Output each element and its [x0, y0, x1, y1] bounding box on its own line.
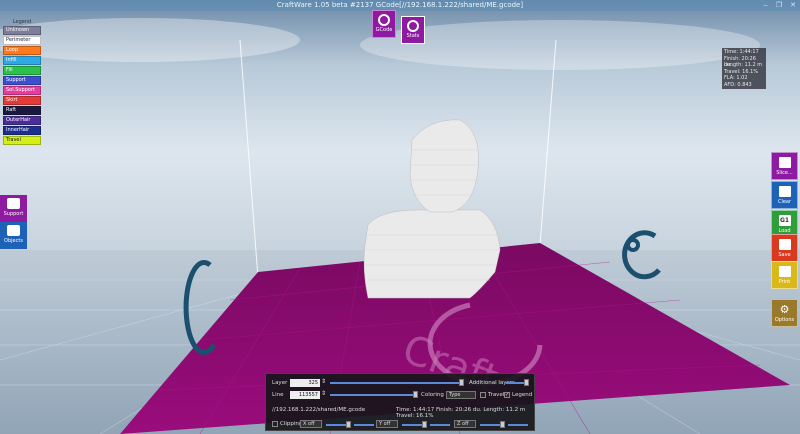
line-input[interactable]: 113557: [290, 391, 320, 399]
legend-item: Infill: [3, 56, 41, 65]
additional-layers-thumb[interactable]: [524, 379, 529, 386]
gcode-button[interactable]: GCode: [372, 10, 396, 38]
layer-slider[interactable]: [330, 382, 462, 384]
stats-button-label: Stats: [406, 33, 420, 39]
window-controls: ‒ ❐ ✕: [763, 0, 796, 11]
maximize-button[interactable]: ❐: [776, 0, 782, 11]
travel-checkbox[interactable]: [480, 392, 486, 398]
y-clip-slider-2[interactable]: [430, 424, 450, 426]
trash-icon: [778, 186, 791, 197]
close-button[interactable]: ✕: [790, 0, 796, 11]
layer-control-panel: Layer 325 ⇕ Additional layers Line 11355…: [265, 373, 535, 431]
legend-item: Support: [3, 76, 41, 85]
save-button[interactable]: Save: [771, 234, 798, 262]
options-button[interactable]: ⚙ Options: [771, 299, 798, 327]
window-title: CraftWare 1.05 beta #2137 GCode[//192.16…: [276, 1, 524, 9]
legend-item: Fill: [3, 66, 41, 75]
stats-length: Length: 11.2 m: [724, 62, 763, 68]
gcode-button-label: GCode: [375, 27, 393, 33]
line-spin-icon[interactable]: ⇕: [321, 390, 326, 397]
minimize-button[interactable]: ‒: [763, 0, 767, 11]
legend-item: Sol.Support: [3, 86, 41, 95]
stats-panel: Time: 1:44:17 Finish: 20:26 du. Length: …: [722, 48, 766, 89]
additional-layers-slider[interactable]: [506, 382, 526, 384]
save-button-label: Save: [778, 252, 791, 258]
layer-label: Layer: [272, 380, 288, 386]
save-icon: [778, 239, 791, 250]
line-slider-thumb[interactable]: [413, 391, 418, 398]
support-button[interactable]: Support: [0, 195, 27, 222]
slice-button-label: Slice...: [776, 170, 793, 176]
gcode-path: //192.168.1.222/shared/ME.gcode: [272, 407, 366, 413]
legend-checkbox[interactable]: ✓: [504, 392, 510, 398]
stats-time: Time: 1:44:17: [724, 49, 759, 55]
legend-item: Unknown: [3, 26, 41, 35]
z-clip-select[interactable]: Z off: [454, 420, 476, 428]
clear-button-label: Clear: [777, 199, 792, 205]
window-titlebar: CraftWare 1.05 beta #2137 GCode[//192.16…: [0, 0, 800, 11]
legend-item: Travel: [3, 136, 41, 145]
clear-button[interactable]: Clear: [771, 181, 798, 209]
objects-icon: [7, 225, 20, 236]
support-button-label: Support: [3, 211, 24, 217]
x-clip-thumb[interactable]: [346, 421, 351, 428]
x-clip-slider[interactable]: [326, 424, 348, 426]
stats-search-icon: [407, 20, 419, 32]
legend-item: Loop: [3, 46, 41, 55]
legend-item: Raft: [3, 106, 41, 115]
layer-spin-icon[interactable]: ⇕: [321, 378, 326, 385]
line-label: Line: [272, 392, 284, 398]
legend-item: InnerHair: [3, 126, 41, 135]
legend-label: Legend: [512, 392, 533, 398]
print-summary: Time: 1:44:17 Finish: 20:26 du. Length: …: [396, 407, 526, 419]
print-button[interactable]: Print: [771, 261, 798, 289]
objects-button[interactable]: Objects: [0, 222, 27, 249]
slice-button[interactable]: Slice...: [771, 152, 798, 180]
objects-button-label: Objects: [4, 238, 23, 244]
x-clip-select[interactable]: X off: [300, 420, 322, 428]
layer-input[interactable]: 325: [290, 379, 320, 387]
travel-label: Travel: [488, 392, 505, 398]
printer-icon: [778, 157, 791, 168]
gcode-search-icon: [378, 14, 390, 26]
print-button-label: Print: [778, 279, 791, 285]
gcode-file-icon: G1: [778, 215, 791, 226]
z-clip-slider[interactable]: [480, 424, 502, 426]
options-button-label: Options: [774, 317, 795, 323]
z-clip-slider-2[interactable]: [508, 424, 528, 426]
legend-panel: Legend Unknown Perimeter Loop Infill Fill Sup…: [3, 18, 41, 146]
legend-item: Skirt: [3, 96, 41, 105]
gear-icon: ⚙: [779, 303, 790, 316]
support-icon: [7, 198, 20, 209]
line-slider[interactable]: [330, 394, 415, 396]
stats-afd: AFD: 0.843: [724, 81, 752, 88]
x-clip-slider-2[interactable]: [354, 424, 374, 426]
viewport-3d[interactable]: Craft: [0, 0, 800, 434]
y-clip-select[interactable]: Y off: [376, 420, 398, 428]
legend-item: OuterHair: [3, 116, 41, 125]
layer-slider-thumb[interactable]: [459, 379, 464, 386]
print-icon: [778, 266, 791, 277]
legend-item: Perimeter: [3, 36, 41, 45]
clipping-checkbox[interactable]: [272, 421, 278, 427]
stats-button[interactable]: Stats: [401, 16, 425, 44]
y-clip-slider[interactable]: [402, 424, 424, 426]
z-clip-thumb[interactable]: [500, 421, 505, 428]
coloring-by-select[interactable]: Type: [446, 391, 476, 399]
y-clip-thumb[interactable]: [422, 421, 427, 428]
legend-title: Legend: [12, 19, 32, 25]
